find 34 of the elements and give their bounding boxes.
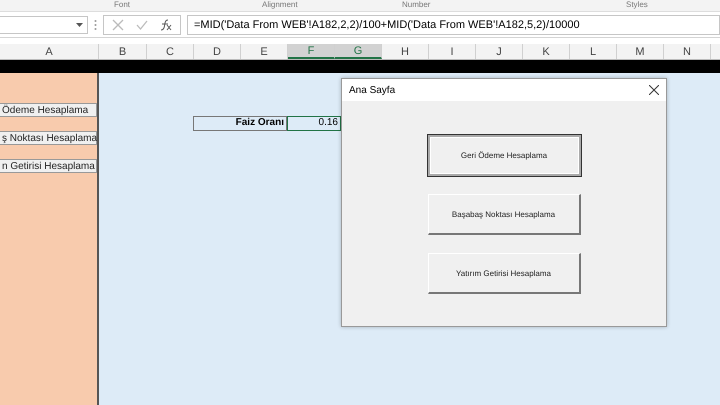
dialog-button[interactable]: Geri Ödeme Hesaplama — [428, 135, 580, 176]
column-header[interactable]: L — [570, 44, 617, 59]
sheet-button[interactable]: n Getirisi Hesaplama — [0, 159, 97, 173]
cancel-icon[interactable] — [112, 18, 124, 30]
ribbon-group-label: Styles — [626, 0, 648, 10]
ribbon-group-label: Number — [402, 0, 430, 10]
dialog-button[interactable]: Yatırım Getirisi Hesaplama — [428, 253, 580, 294]
column-header[interactable]: J — [476, 44, 523, 59]
column-header[interactable]: M — [617, 44, 664, 59]
dialog-button[interactable]: Başabaş Noktası Hesaplama — [428, 194, 580, 235]
drag-handle-icon — [94, 18, 97, 30]
formula-field[interactable]: =MID('Data From WEB'!A182,2,2)/100+MID('Data From WEB'!A182,5,2)/10000 — [187, 14, 720, 34]
ribbon-group-label: Alignment — [262, 0, 298, 10]
function-icon[interactable] — [160, 18, 172, 30]
column-header[interactable]: B — [99, 44, 147, 59]
column-header[interactable]: I — [429, 44, 476, 59]
close-icon[interactable] — [649, 85, 659, 95]
column-header[interactable]: G — [335, 44, 382, 59]
table-cell: Faiz Oranı — [193, 116, 287, 131]
column-header[interactable]: H — [382, 44, 429, 59]
caret-icon — [76, 22, 83, 26]
name-box[interactable] — [0, 16, 88, 34]
ribbon-group-label: Font — [114, 0, 130, 10]
column-header[interactable]: D — [194, 44, 241, 59]
column-header[interactable]: F — [288, 44, 335, 59]
sheet-button[interactable]: ş Noktası Hesaplama — [0, 131, 97, 145]
check-icon[interactable] — [136, 18, 148, 30]
column-header[interactable]: K — [523, 44, 570, 59]
column-header[interactable]: C — [147, 44, 194, 59]
dialog-title: Ana Sayfa — [349, 84, 396, 96]
table-cell[interactable]: 0.16 — [287, 116, 341, 131]
column-header[interactable]: N — [664, 44, 711, 59]
sheet-button[interactable]: Ödeme Hesaplama — [0, 103, 97, 117]
column-header[interactable]: A — [0, 44, 99, 59]
